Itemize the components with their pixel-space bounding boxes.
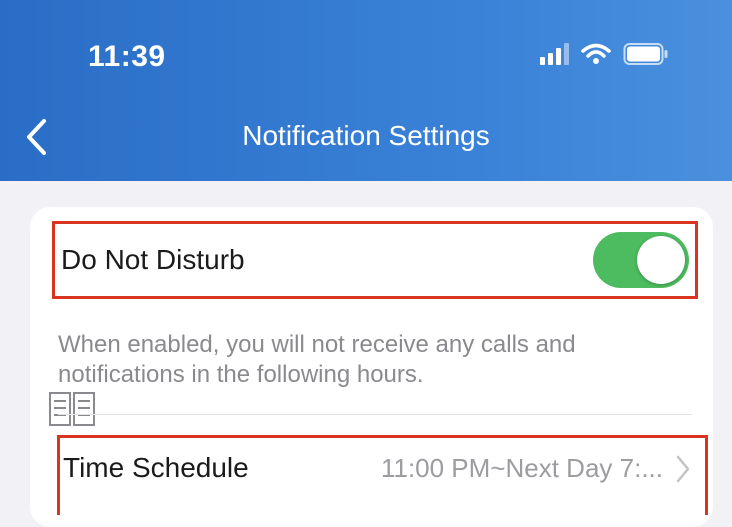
header-bar: 11:39 Notification Settings — [0, 0, 732, 181]
time-schedule-label: Time Schedule — [63, 452, 249, 483]
do-not-disturb-row: Do Not Disturb — [52, 221, 698, 299]
description-line-1: When enabled, you will not receive any c… — [58, 331, 576, 358]
divider — [58, 414, 692, 415]
chevron-right-icon — [676, 455, 690, 483]
description-line-2: notifications in the following hours. — [58, 361, 424, 388]
signal-icon — [540, 43, 569, 65]
time-schedule-value: 11:00 PM~Next Day 7:... — [380, 453, 663, 483]
wifi-icon — [581, 43, 611, 64]
book-reader-icon — [49, 392, 95, 426]
page-title: Notification Settings — [242, 120, 490, 151]
do-not-disturb-toggle[interactable] — [593, 232, 689, 288]
do-not-disturb-description: When enabled, you will not receive any c… — [58, 330, 658, 390]
battery-icon — [623, 43, 668, 65]
do-not-disturb-label: Do Not Disturb — [61, 244, 245, 275]
status-time: 11:39 — [88, 40, 166, 73]
toggle-knob — [637, 236, 685, 284]
status-icons — [540, 42, 669, 66]
time-schedule-row[interactable]: Time Schedule 11:00 PM~Next Day 7:... — [57, 435, 708, 515]
